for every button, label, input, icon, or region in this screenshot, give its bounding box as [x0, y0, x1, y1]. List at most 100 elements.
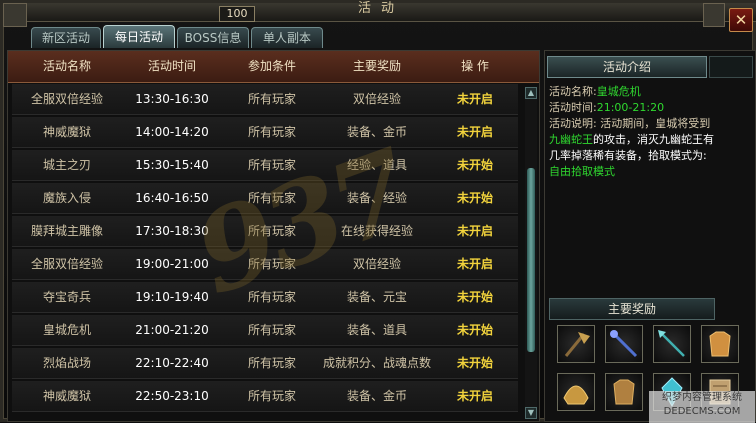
- table-row[interactable]: 全服双倍经验 13:30-16:30 所有玩家 双倍经验 未开启: [12, 84, 518, 115]
- cyan-spear-icon: [658, 330, 685, 357]
- activity-status: 未开启: [456, 92, 493, 106]
- frame-corner-right: [703, 3, 725, 27]
- activity-time: 16:40-16:50: [135, 191, 209, 205]
- activity-status: 未开始: [456, 290, 493, 304]
- info-time-line: 活动时间:21:00-21:20: [549, 100, 753, 116]
- activity-status: 未开启: [456, 389, 493, 403]
- activity-time: 19:00-21:00: [135, 257, 209, 271]
- activity-time: 17:30-18:30: [135, 224, 209, 238]
- activity-reward: 装备、金币: [346, 125, 407, 139]
- info-time-label: 活动时间:: [549, 101, 597, 114]
- header-reward: 主要奖励: [352, 59, 401, 73]
- reward-slot[interactable]: [557, 325, 595, 363]
- scrollbar-thumb[interactable]: [527, 168, 535, 352]
- activity-name: 烈焰战场: [42, 356, 91, 370]
- reward-slot[interactable]: [605, 373, 643, 411]
- activity-name: 全服双倍经验: [30, 92, 103, 106]
- activity-name: 魔族入侵: [42, 191, 91, 205]
- activity-name: 城主之刃: [42, 158, 91, 172]
- reward-header: 主要奖励: [549, 298, 715, 320]
- activity-condition: 所有玩家: [247, 257, 296, 271]
- activity-condition: 所有玩家: [247, 125, 296, 139]
- activity-condition: 所有玩家: [247, 224, 296, 238]
- activity-name: 夺宝奇兵: [42, 290, 91, 304]
- info-desc-text: 的攻击，消灭九幽蛇王有: [593, 133, 714, 146]
- activity-reward: 双倍经验: [352, 92, 401, 106]
- info-desc-line1: 活动说明: 活动期间，皇城将受到: [549, 117, 711, 130]
- activity-reward: 经验、道具: [346, 158, 407, 172]
- activity-status: 未开始: [456, 158, 493, 172]
- activity-intro-header: 活动介绍: [547, 56, 707, 78]
- table-header: 活动名称 活动时间 参加条件 主要奖励 操 作: [8, 51, 539, 83]
- activity-reward: 装备、元宝: [346, 290, 407, 304]
- window-title: 活动: [357, 1, 404, 13]
- activity-name: 全服双倍经验: [30, 257, 103, 271]
- tab-new-server-activities[interactable]: 新区活动: [31, 27, 101, 48]
- table-row[interactable]: 皇城危机 21:00-21:20 所有玩家 装备、道具 未开始: [12, 315, 518, 346]
- activity-status: 未开始: [456, 356, 493, 370]
- table-row[interactable]: 烈焰战场 22:10-22:40 所有玩家 成就积分、战魂点数 未开始: [12, 348, 518, 379]
- frame-corner-left: [3, 3, 27, 27]
- activity-intro-body: 活动名称:皇城危机 活动时间:21:00-21:20 活动说明: 活动期间，皇城…: [549, 84, 753, 294]
- info-name-value: 皇城危机: [596, 85, 641, 98]
- table-row[interactable]: 全服双倍经验 19:00-21:00 所有玩家 双倍经验 未开启: [12, 249, 518, 280]
- activity-status: 未开启: [456, 125, 493, 139]
- activity-time: 21:00-21:20: [135, 323, 209, 337]
- info-boss-name: 九幽蛇王: [549, 133, 593, 146]
- activity-condition: 所有玩家: [247, 92, 296, 106]
- activity-info-panel: 活动介绍 活动名称:皇城危机 活动时间:21:00-21:20 活动说明: 活动…: [544, 50, 756, 422]
- reward-slot[interactable]: [605, 325, 643, 363]
- reward-slot[interactable]: [701, 325, 739, 363]
- activity-condition: 所有玩家: [247, 191, 296, 205]
- activity-name: 皇城危机: [42, 323, 91, 337]
- activity-status: 未开始: [456, 191, 493, 205]
- info-name-label: 活动名称:: [549, 85, 597, 98]
- site-logo-watermark: 织梦内容管理系统 DEDECMS.COM: [649, 391, 755, 423]
- activity-window: 活动 100 ✕ 新区活动 每日活动 BOSS信息 单人副本 活动名称 活动时间…: [0, 0, 756, 423]
- header-decoration: [709, 56, 753, 78]
- bronze-armor-icon: [613, 379, 635, 405]
- info-desc-line3: 几率掉落稀有装备，拾取模式为:: [549, 149, 707, 162]
- activity-reward: 成就积分、战魂点数: [322, 356, 431, 370]
- table-row[interactable]: 神威魔狱 22:50-23:10 所有玩家 装备、金币 未开启: [12, 381, 518, 412]
- table-row[interactable]: 魔族入侵 16:40-16:50 所有玩家 装备、经验 未开始: [12, 183, 518, 214]
- tab-solo-dungeon[interactable]: 单人副本: [251, 27, 323, 48]
- tab-daily-activities[interactable]: 每日活动: [103, 25, 175, 48]
- header-action: 操 作: [461, 59, 489, 73]
- activity-table-panel: 活动名称 活动时间 参加条件 主要奖励 操 作 全服双倍经验 13:30-16:…: [7, 50, 540, 422]
- activity-time: 14:00-14:20: [135, 125, 209, 139]
- scroll-down-arrow-icon[interactable]: ▼: [525, 407, 537, 419]
- table-row[interactable]: 神威魔狱 14:00-14:20 所有玩家 装备、金币 未开启: [12, 117, 518, 148]
- table-row[interactable]: 膜拜城主雕像 17:30-18:30 所有玩家 在线获得经验 未开启: [12, 216, 518, 247]
- blue-staff-icon: [610, 330, 638, 358]
- info-loot-mode: 自由拾取模式: [549, 165, 615, 178]
- tab-boss-info[interactable]: BOSS信息: [177, 27, 249, 48]
- activity-status: 未开启: [456, 224, 493, 238]
- activity-condition: 所有玩家: [247, 290, 296, 304]
- activity-name: 神威魔狱: [42, 125, 91, 139]
- gold-helmet-icon: [563, 385, 589, 405]
- reward-slot[interactable]: [557, 373, 595, 411]
- site-mark-line1: 织梦内容管理系统: [662, 392, 742, 403]
- activity-time: 15:30-15:40: [135, 158, 209, 172]
- activity-condition: 所有玩家: [247, 389, 296, 403]
- header-activity-time: 活动时间: [147, 59, 196, 73]
- header-activity-name: 活动名称: [42, 59, 91, 73]
- activity-status: 未开启: [456, 257, 493, 271]
- activity-reward: 装备、金币: [346, 389, 407, 403]
- reward-slot[interactable]: [653, 325, 691, 363]
- activity-status: 未开始: [456, 323, 493, 337]
- site-mark-line2: DEDECMS.COM: [663, 406, 741, 417]
- table-row[interactable]: 夺宝奇兵 19:10-19:40 所有玩家 装备、元宝 未开始: [12, 282, 518, 313]
- activity-time: 22:50-23:10: [135, 389, 209, 403]
- gold-armor-icon: [709, 331, 731, 357]
- table-row[interactable]: 城主之刃 15:30-15:40 所有玩家 经验、道具 未开始: [12, 150, 518, 181]
- activity-name: 神威魔狱: [42, 389, 91, 403]
- activity-time: 22:10-22:40: [135, 356, 209, 370]
- activity-condition: 所有玩家: [247, 356, 296, 370]
- axe-weapon-icon: [564, 332, 590, 357]
- info-name-line: 活动名称:皇城危机: [549, 84, 753, 100]
- level-badge: 100: [219, 6, 255, 22]
- scroll-up-arrow-icon[interactable]: ▲: [525, 87, 537, 99]
- close-button[interactable]: ✕: [729, 8, 753, 32]
